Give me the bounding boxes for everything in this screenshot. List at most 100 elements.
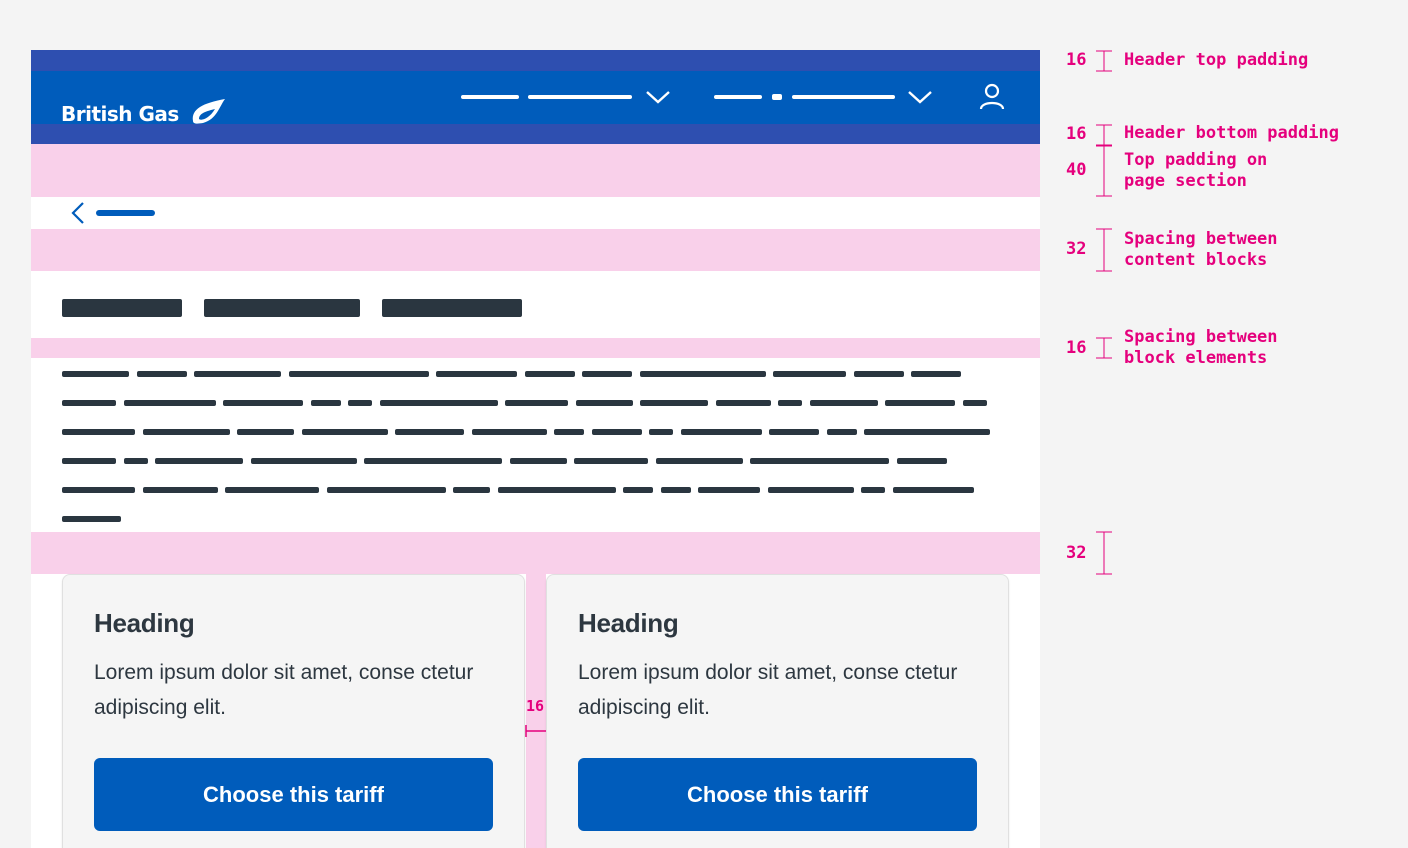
text-placeholder-line <box>861 487 885 493</box>
nav-menu-2-label-part <box>792 95 895 99</box>
choose-tariff-button[interactable]: Choose this tariff <box>94 758 493 831</box>
chevron-down-icon <box>908 91 932 104</box>
user-icon[interactable] <box>979 82 1005 112</box>
text-placeholder-line <box>225 487 319 493</box>
text-placeholder-line <box>250 458 357 464</box>
text-placeholder-line <box>680 429 762 435</box>
text-placeholder-line <box>123 458 148 464</box>
card-body: Lorem ipsum dolor sit amet, conse ctetur… <box>94 661 474 719</box>
text-placeholder-line <box>62 429 135 435</box>
measure-icon <box>1096 337 1112 359</box>
text-placeholder-line <box>640 400 708 406</box>
text-placeholder-line <box>123 400 216 406</box>
card-heading: Heading <box>94 608 195 638</box>
text-placeholder-line <box>853 371 904 377</box>
choose-tariff-button[interactable]: Choose this tariff <box>578 758 977 831</box>
flame-icon <box>192 99 225 124</box>
text-placeholder-line <box>509 458 567 464</box>
text-placeholder-line <box>826 429 857 435</box>
text-placeholder-line <box>892 487 974 493</box>
content-block-spacing <box>31 229 1040 271</box>
measure-icon <box>1096 228 1112 272</box>
text-placeholder-line <box>524 371 575 377</box>
chevron-down-icon <box>646 91 670 104</box>
page-section-top-padding <box>31 144 1040 197</box>
text-placeholder-line <box>715 400 771 406</box>
text-placeholder-line <box>223 400 303 406</box>
text-placeholder-line <box>237 429 294 435</box>
text-placeholder-line <box>885 400 955 406</box>
site-header: British Gas <box>31 71 1040 126</box>
text-placeholder-line <box>62 400 116 406</box>
text-placeholder-line <box>62 487 135 493</box>
text-placeholder-line <box>497 487 616 493</box>
nav-menu-1[interactable] <box>461 85 673 111</box>
text-placeholder-line <box>623 487 653 493</box>
text-placeholder-line <box>750 458 889 464</box>
annotation-label: Header top padding <box>1124 50 1309 70</box>
text-placeholder-line <box>288 371 429 377</box>
text-placeholder-line <box>155 458 243 464</box>
text-placeholder-line <box>778 400 802 406</box>
measure-icon <box>1096 531 1112 575</box>
text-placeholder-line <box>326 487 446 493</box>
text-placeholder-line <box>364 458 502 464</box>
text-placeholder-line <box>911 371 961 377</box>
nav-menu-2-label-part <box>714 95 762 99</box>
nav-menu-2[interactable] <box>714 85 934 111</box>
text-placeholder-line <box>395 429 464 435</box>
text-placeholder-line <box>574 458 648 464</box>
text-placeholder-line <box>575 400 633 406</box>
text-placeholder-line <box>348 400 372 406</box>
text-placeholder-line <box>773 371 846 377</box>
block-element-spacing <box>31 338 1040 358</box>
text-placeholder-line <box>62 371 129 377</box>
text-placeholder-line <box>310 400 341 406</box>
page-frame: British Gas 16 Heading Lorem ipsum dolor… <box>31 50 1040 848</box>
text-placeholder-line <box>649 429 673 435</box>
content-block-spacing-2 <box>31 532 1040 574</box>
heading-word <box>204 299 360 317</box>
annotation-value: 16 <box>1066 338 1087 358</box>
nav-menu-1-label-part <box>461 95 519 99</box>
nav-menu-2-label-part <box>772 94 782 100</box>
card-body: Lorem ipsum dolor sit amet, conse ctetur… <box>578 661 958 719</box>
annotation-value: 32 <box>1066 239 1087 259</box>
text-placeholder-line <box>62 516 121 522</box>
text-placeholder-line <box>554 429 584 435</box>
text-placeholder-line <box>379 400 498 406</box>
text-placeholder-line <box>136 371 187 377</box>
text-placeholder-line <box>767 487 854 493</box>
text-placeholder-line <box>505 400 568 406</box>
back-link[interactable] <box>69 199 159 227</box>
annotation-value: 16 <box>1066 124 1087 144</box>
annotation-value: 32 <box>1066 543 1087 563</box>
logo-text: British Gas <box>61 102 179 126</box>
measure-icon <box>1096 50 1112 72</box>
text-placeholder-line <box>769 429 819 435</box>
header-bottom-padding <box>31 124 1040 144</box>
text-placeholder-line <box>864 429 990 435</box>
back-link-label <box>96 210 155 216</box>
text-placeholder-line <box>655 458 743 464</box>
nav-menu-1-label-part <box>528 95 632 99</box>
text-placeholder-line <box>962 400 987 406</box>
annotation-label: Top padding on page section <box>1124 150 1268 191</box>
text-placeholder-line <box>639 371 766 377</box>
measure-icon <box>1096 145 1112 197</box>
chevron-left-icon <box>71 202 84 224</box>
annotation-label: Spacing between block elements <box>1124 327 1278 368</box>
text-placeholder-line <box>698 487 760 493</box>
tariff-card-1: Heading Lorem ipsum dolor sit amet, cons… <box>62 574 525 848</box>
card-gap-measure-icon <box>525 725 546 737</box>
text-placeholder-line <box>62 458 116 464</box>
text-placeholder-line <box>471 429 547 435</box>
text-placeholder-line <box>436 371 517 377</box>
annotation-label: Header bottom padding <box>1124 123 1339 143</box>
text-placeholder-line <box>194 371 281 377</box>
card-heading: Heading <box>578 608 679 638</box>
heading-word <box>382 299 522 317</box>
measure-icon <box>1096 124 1112 146</box>
text-placeholder-line <box>142 429 230 435</box>
tariff-card-2: Heading Lorem ipsum dolor sit amet, cons… <box>546 574 1009 848</box>
